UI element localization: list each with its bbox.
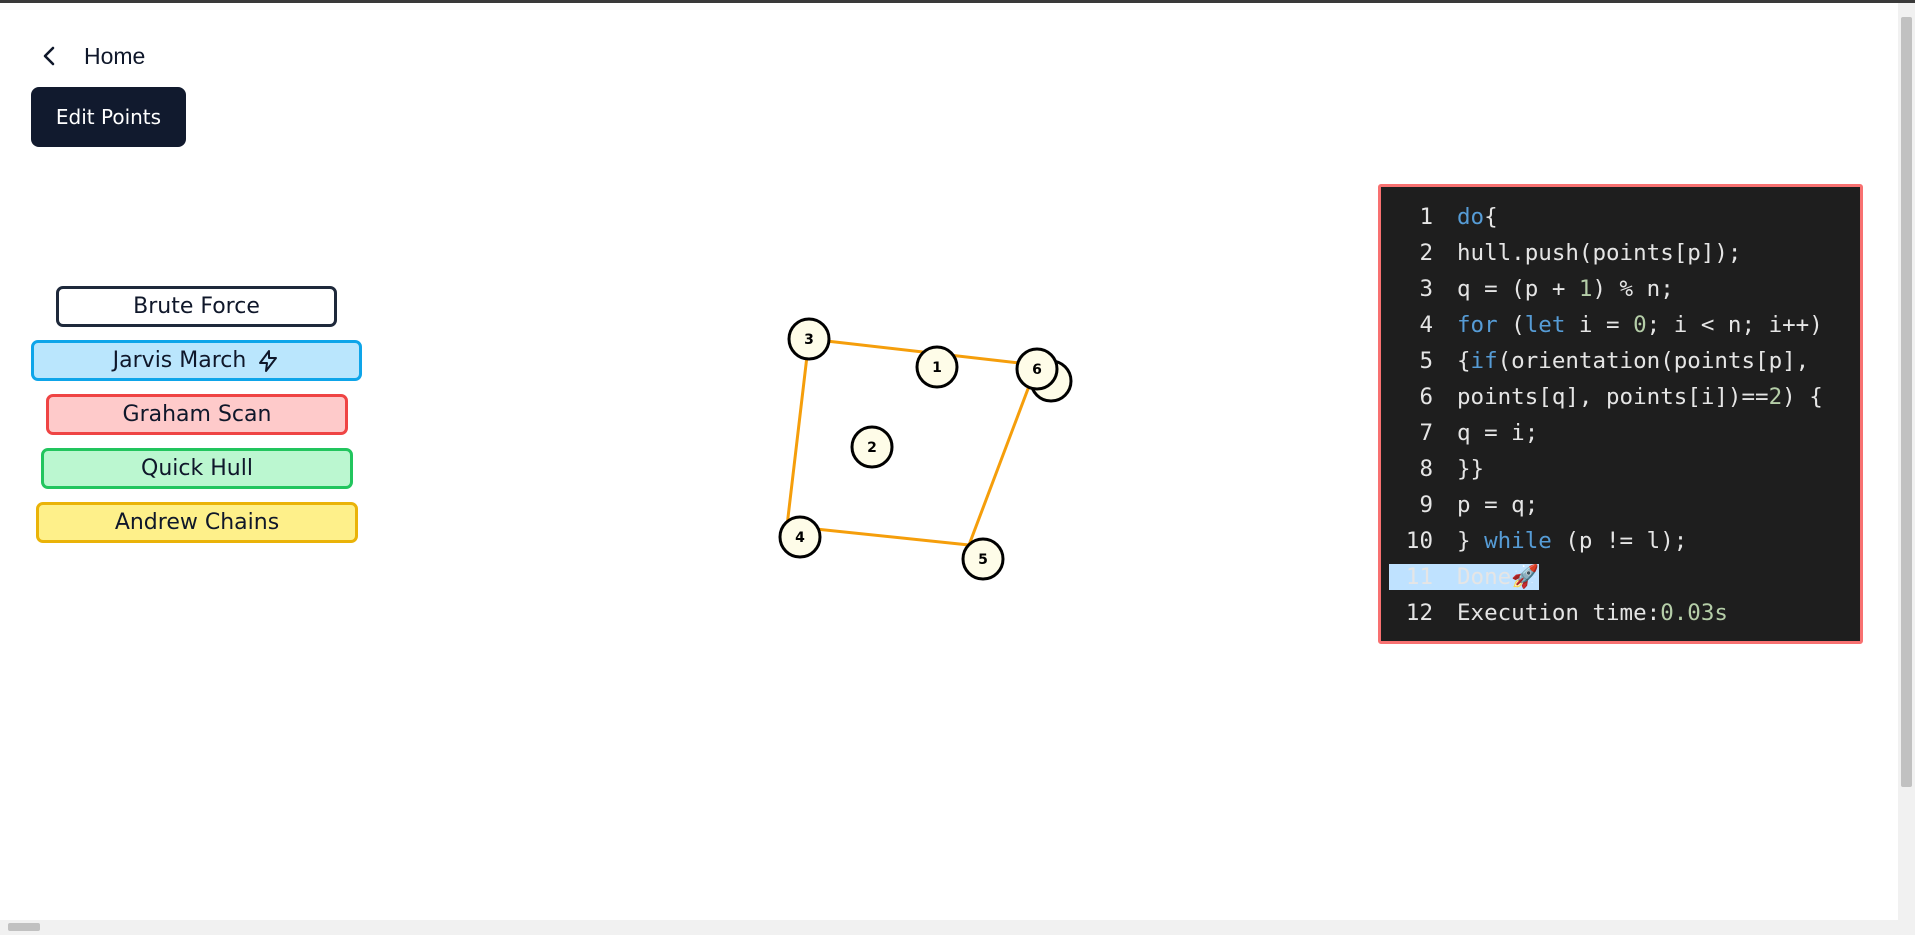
chevron-left-icon — [43, 46, 55, 66]
point-4-label: 4 — [795, 530, 805, 546]
point-2[interactable]: 2 — [850, 425, 894, 469]
code-line: 10 } while (p != l); — [1381, 523, 1860, 559]
code-panel: 1 do{ 2 hull.push(points[p]); 3 q = (p +… — [1378, 184, 1863, 644]
code-line: 9 p = q; — [1381, 487, 1860, 523]
vertical-scroll-thumb[interactable] — [1901, 17, 1912, 787]
code-text: p = q; — [1457, 492, 1539, 518]
line-number: 7 — [1419, 420, 1433, 446]
line-number: 11 — [1389, 564, 1457, 590]
line-number: 4 — [1419, 312, 1433, 338]
line-number: 9 — [1419, 492, 1433, 518]
horizontal-scrollbar[interactable] — [0, 920, 1898, 935]
line-number: 2 — [1419, 240, 1433, 266]
code-text: } while (p != l); — [1457, 528, 1688, 554]
line-number: 8 — [1419, 456, 1433, 482]
andrew-chains-label: Andrew Chains — [114, 510, 280, 535]
line-number: 3 — [1419, 276, 1433, 302]
code-text: q = i; — [1457, 420, 1539, 446]
quick-hull-button[interactable]: Quick Hull — [41, 448, 353, 489]
code-line: 6 points[q], points[i])==2) { — [1381, 379, 1860, 415]
code-line: 3 q = (p + 1) % n; — [1381, 271, 1860, 307]
point-4[interactable]: 4 — [778, 515, 822, 559]
vertical-scrollbar[interactable] — [1898, 3, 1915, 935]
edit-points-button[interactable]: Edit Points — [31, 87, 186, 147]
line-number: 5 — [1419, 348, 1433, 374]
code-line: 4 for (let i = 0; i < n; i++) — [1381, 307, 1860, 343]
brute-force-button[interactable]: Brute Force — [56, 286, 337, 327]
code-text: {if(orientation(points[p], — [1457, 348, 1810, 374]
point-5[interactable]: 5 — [961, 537, 1005, 581]
code-text: hull.push(points[p]); — [1457, 240, 1742, 266]
point-6-label: 6 — [1032, 362, 1042, 378]
point-1-label: 1 — [932, 360, 942, 376]
code-text: q = (p + 1) % n; — [1457, 276, 1674, 302]
line-number: 1 — [1419, 204, 1433, 230]
line-number: 12 — [1405, 600, 1433, 626]
horizontal-scroll-thumb[interactable] — [8, 923, 40, 931]
code-text: for (let i = 0; i < n; i++) — [1457, 312, 1823, 338]
quick-hull-label: Quick Hull — [141, 456, 253, 481]
point-3-label: 3 — [804, 332, 814, 348]
line-number: 10 — [1405, 528, 1433, 554]
graham-scan-label: Graham Scan — [122, 402, 272, 427]
code-text: Execution time:0.03s — [1457, 600, 1728, 626]
window-top-border — [0, 0, 1915, 3]
code-line: 8 }} — [1381, 451, 1860, 487]
jarvis-march-button[interactable]: Jarvis March — [31, 340, 362, 381]
brute-force-label: Brute Force — [133, 294, 260, 319]
code-line: 5 {if(orientation(points[p], — [1381, 343, 1860, 379]
line-number: 6 — [1419, 384, 1433, 410]
code-line: 7 q = i; — [1381, 415, 1860, 451]
point-3[interactable]: 3 — [787, 317, 831, 361]
point-1[interactable]: 1 — [915, 345, 959, 389]
code-line-highlighted: 11 Done🚀 — [1381, 559, 1860, 595]
bolt-icon — [259, 349, 278, 372]
back-home-link[interactable]: Home — [38, 40, 145, 72]
point-6[interactable]: 6 — [1015, 347, 1059, 391]
code-text: Done🚀 — [1457, 564, 1540, 590]
home-label: Home — [84, 42, 146, 69]
graham-scan-button[interactable]: Graham Scan — [46, 394, 348, 435]
code-text: }} — [1457, 456, 1485, 482]
code-line: 1 do{ — [1381, 199, 1860, 235]
code-text: do{ — [1457, 204, 1498, 230]
code-line: 12 Execution time:0.03s — [1381, 595, 1860, 631]
jarvis-march-label: Jarvis March — [112, 348, 247, 373]
point-2-label: 2 — [867, 440, 877, 456]
andrew-chains-button[interactable]: Andrew Chains — [36, 502, 358, 543]
code-line: 2 hull.push(points[p]); — [1381, 235, 1860, 271]
code-text: points[q], points[i])==2) { — [1457, 384, 1823, 410]
point-5-label: 5 — [978, 552, 988, 568]
hull-polygon — [785, 337, 1039, 547]
